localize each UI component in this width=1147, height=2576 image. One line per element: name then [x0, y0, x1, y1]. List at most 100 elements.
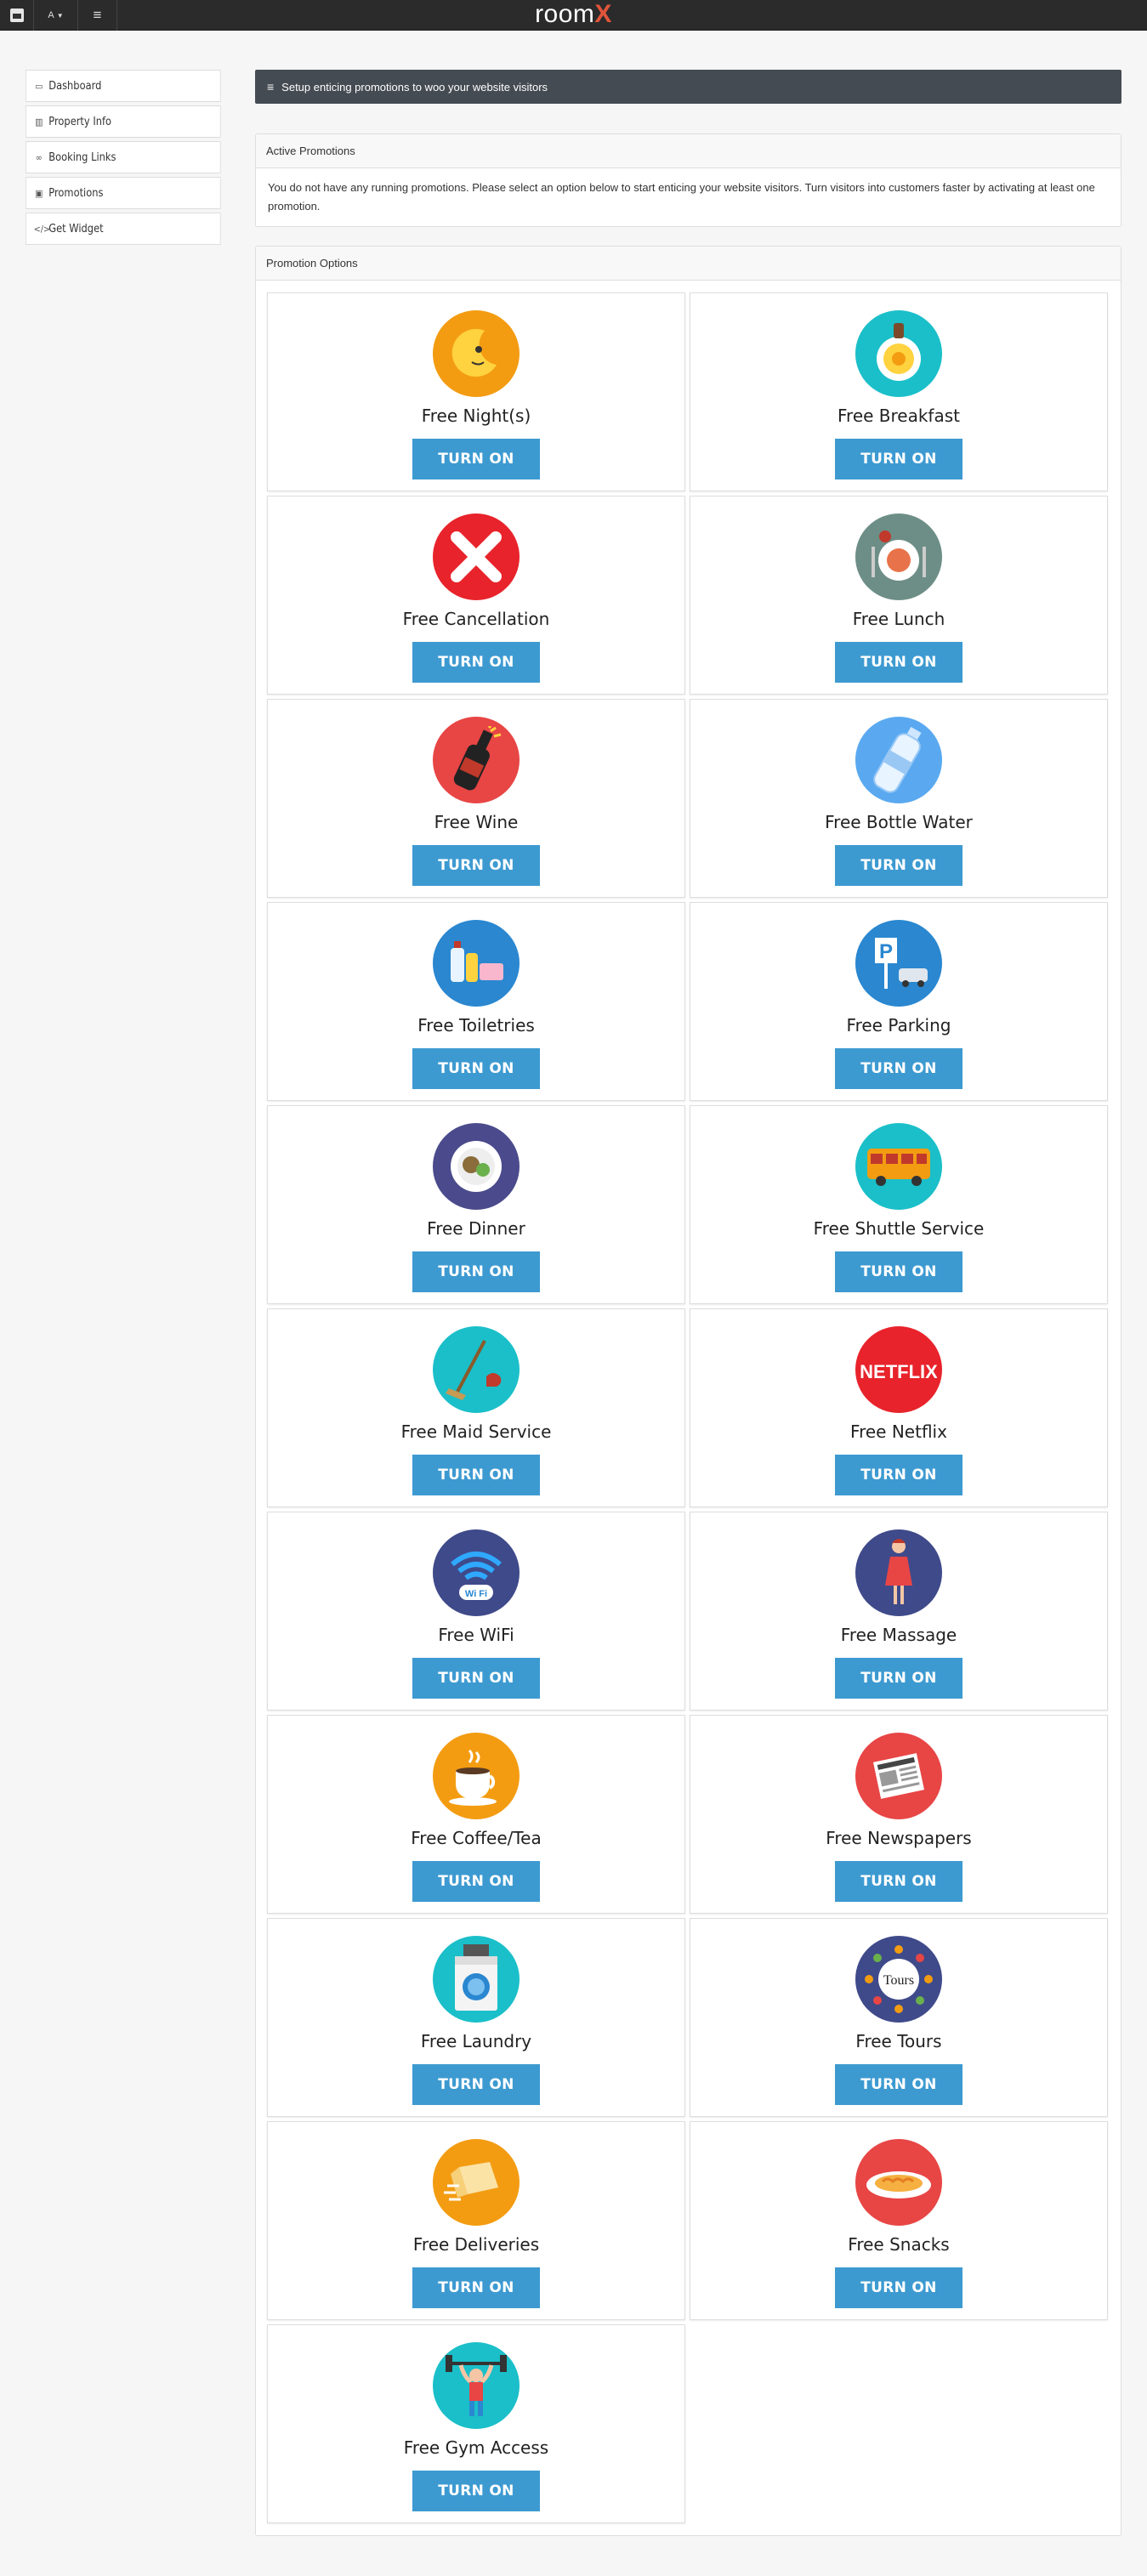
- promotion-title: Free Shuttle Service: [813, 1218, 985, 1239]
- lunch-plate-icon: [855, 513, 942, 600]
- turn-on-button[interactable]: TURN ON: [412, 2267, 540, 2308]
- svg-text:Tours: Tours: [883, 1973, 914, 1988]
- laptop-icon: ▭: [35, 80, 43, 92]
- promotion-card-free-netflix: NETFLIX Free Netflix TURN ON: [690, 1308, 1108, 1507]
- turn-on-button[interactable]: TURN ON: [412, 1251, 540, 1292]
- delivery-box-icon: [433, 2139, 520, 2226]
- promotion-card-free-dinner: Free Dinner TURN ON: [267, 1105, 685, 1304]
- sidebar-item-label: Dashboard: [48, 79, 102, 93]
- turn-on-button[interactable]: TURN ON: [835, 642, 962, 683]
- promotion-title: Free Massage: [840, 1625, 957, 1645]
- moon-icon: [433, 310, 520, 397]
- turn-on-button[interactable]: TURN ON: [412, 439, 540, 479]
- sidebar-item-label: Get Widget: [48, 222, 104, 235]
- promotion-title: Free Coffee/Tea: [411, 1828, 542, 1848]
- wifi-icon: Wi Fi: [433, 1529, 520, 1616]
- banner-text: Setup enticing promotions to woo your we…: [281, 80, 548, 94]
- promotion-title: Free Newspapers: [826, 1828, 972, 1848]
- promotion-title: Free Gym Access: [403, 2437, 549, 2458]
- sidebar-item-dashboard[interactable]: ▭ Dashboard: [26, 70, 221, 102]
- promotion-title: Free Parking: [846, 1015, 951, 1036]
- turn-on-button[interactable]: TURN ON: [835, 1658, 962, 1699]
- promotion-title: Free Lunch: [852, 609, 945, 629]
- toiletries-icon: [433, 920, 520, 1007]
- sidebar-item-property-info[interactable]: ▥ Property Info: [26, 105, 221, 138]
- gym-icon: [433, 2342, 520, 2429]
- turn-on-button[interactable]: TURN ON: [412, 845, 540, 886]
- promotion-options-title: Promotion Options: [256, 247, 1121, 281]
- promotion-title: Free Bottle Water: [825, 812, 973, 832]
- link-icon: ∞: [35, 151, 43, 163]
- turn-on-button[interactable]: TURN ON: [412, 1455, 540, 1495]
- turn-on-button[interactable]: TURN ON: [835, 1048, 962, 1089]
- gift-icon: ▣: [35, 187, 43, 199]
- code-icon: </>: [33, 223, 51, 235]
- building-icon: ▥: [35, 116, 43, 128]
- turn-on-button[interactable]: TURN ON: [835, 1861, 962, 1902]
- svg-text:NETFLIX: NETFLIX: [860, 1361, 937, 1382]
- active-promotions-title: Active Promotions: [256, 134, 1121, 168]
- page-banner: ≡ Setup enticing promotions to woo your …: [255, 70, 1121, 104]
- sidebar-item-label: Booking Links: [48, 150, 116, 164]
- promotion-card-free-cancellation: Free Cancellation TURN ON: [267, 496, 685, 695]
- broom-icon: [433, 1326, 520, 1413]
- promotion-card-free-shuttle-service: Free Shuttle Service TURN ON: [690, 1105, 1108, 1304]
- promotion-title: Free Wine: [434, 812, 519, 832]
- turn-on-button[interactable]: TURN ON: [835, 1251, 962, 1292]
- turn-on-button[interactable]: TURN ON: [412, 2471, 540, 2511]
- active-promotions-panel: Active Promotions You do not have any ru…: [255, 133, 1121, 227]
- promotion-grid: Free Night(s) TURN ON Free Breakfast TURN O…: [256, 281, 1121, 2535]
- washing-machine-icon: [433, 1936, 520, 2023]
- promotion-card-free-parking: P Free Parking TURN ON: [690, 902, 1108, 1101]
- promotion-card-free-lunch: Free Lunch TURN ON: [690, 496, 1108, 695]
- promotion-card-free-laundry: Free Laundry TURN ON: [267, 1918, 685, 2117]
- turn-on-button[interactable]: TURN ON: [835, 439, 962, 479]
- sidebar-item-promotions[interactable]: ▣ Promotions: [26, 177, 221, 209]
- promotion-card-free-deliveries: Free Deliveries TURN ON: [267, 2121, 685, 2320]
- turn-on-button[interactable]: TURN ON: [412, 1861, 540, 1902]
- promotion-title: Free Snacks: [848, 2234, 950, 2255]
- active-promotions-message: You do not have any running promotions. …: [268, 181, 1095, 213]
- sidebar-item-booking-links[interactable]: ∞ Booking Links: [26, 141, 221, 173]
- sidebar-item-get-widget[interactable]: </> Get Widget: [26, 213, 221, 245]
- promotion-card-free-toiletries: Free Toiletries TURN ON: [267, 902, 685, 1101]
- wine-bottle-icon: [433, 717, 520, 803]
- promotion-card-free-tours: Tours Free Tours TURN ON: [690, 1918, 1108, 2117]
- logo-text: room: [535, 0, 595, 28]
- turn-on-button[interactable]: TURN ON: [835, 2267, 962, 2308]
- turn-on-button[interactable]: TURN ON: [412, 642, 540, 683]
- promotion-title: Free Maid Service: [400, 1421, 552, 1442]
- promotion-card-free-massage: Free Massage TURN ON: [690, 1512, 1108, 1711]
- breakfast-icon: [855, 310, 942, 397]
- turn-on-button[interactable]: TURN ON: [835, 2064, 962, 2105]
- list-icon: ≡: [267, 80, 275, 94]
- promotion-card-free-snacks: Free Snacks TURN ON: [690, 2121, 1108, 2320]
- promotion-card-free-gym-access: Free Gym Access TURN ON: [267, 2324, 685, 2523]
- promotion-card-free-coffee-tea: Free Coffee/Tea TURN ON: [267, 1715, 685, 1914]
- turn-on-button[interactable]: TURN ON: [412, 2064, 540, 2105]
- promotion-card-free-wifi: Wi Fi Free WiFi TURN ON: [267, 1512, 685, 1711]
- sidebar-item-label: Promotions: [48, 186, 104, 200]
- newspaper-icon: [855, 1733, 942, 1819]
- promotion-card-free-night-s: Free Night(s) TURN ON: [267, 292, 685, 491]
- turn-on-button[interactable]: TURN ON: [835, 1455, 962, 1495]
- sidebar: ▭ Dashboard ▥ Property Info ∞ Booking Li…: [26, 70, 221, 248]
- promotion-title: Free WiFi: [438, 1625, 514, 1645]
- promotion-card-free-bottle-water: Free Bottle Water TURN ON: [690, 699, 1108, 898]
- promotion-title: Free Deliveries: [412, 2234, 540, 2255]
- promotion-title: Free Breakfast: [837, 406, 960, 426]
- promotion-title: Free Toiletries: [417, 1015, 535, 1036]
- cancel-x-icon: [433, 513, 520, 600]
- turn-on-button[interactable]: TURN ON: [835, 845, 962, 886]
- app-logo[interactable]: roomX: [0, 1, 1147, 28]
- sidebar-item-label: Property Info: [48, 115, 111, 128]
- turn-on-button[interactable]: TURN ON: [412, 1658, 540, 1699]
- svg-text:Wi Fi: Wi Fi: [465, 1589, 487, 1599]
- promotion-title: Free Tours: [855, 2031, 942, 2051]
- tours-icon: Tours: [855, 1936, 942, 2023]
- coffee-cup-icon: [433, 1733, 520, 1819]
- turn-on-button[interactable]: TURN ON: [412, 1048, 540, 1089]
- main-content: ≡ Setup enticing promotions to woo your …: [255, 70, 1121, 2536]
- parking-icon: P: [855, 920, 942, 1007]
- netflix-icon: NETFLIX: [855, 1326, 942, 1413]
